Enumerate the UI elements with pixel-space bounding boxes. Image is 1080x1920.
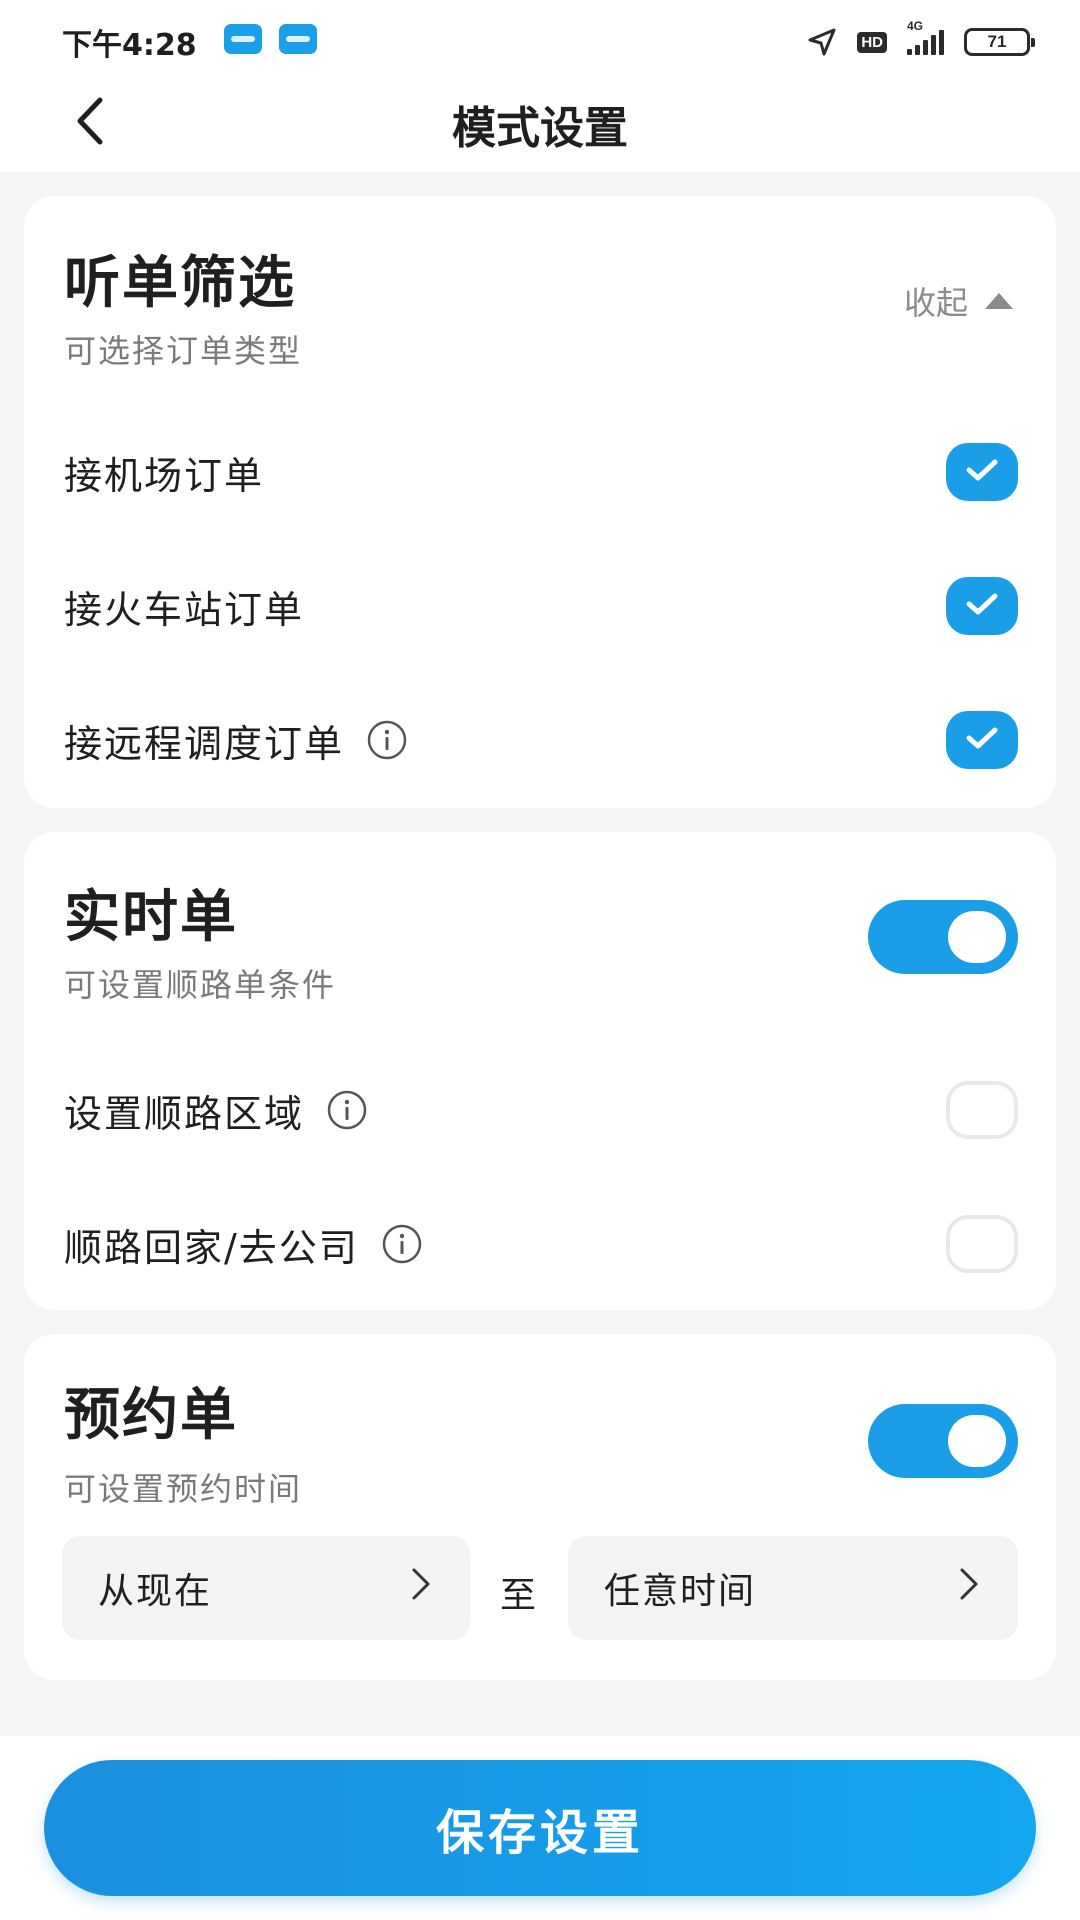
start-time-selector[interactable]: 从现在 — [62, 1536, 470, 1640]
list-item: 接机场订单 — [64, 432, 1018, 512]
reservation-title: 预约单 — [64, 1383, 238, 1448]
save-settings-button[interactable]: 保存设置 — [44, 1760, 1036, 1896]
hd-icon: HD — [857, 31, 887, 53]
realtime-subtitle: 可设置顺路单条件 — [64, 966, 337, 1004]
chevron-right-icon — [958, 1567, 980, 1610]
end-time-selector[interactable]: 任意时间 — [568, 1536, 1018, 1640]
network-type-label: 4G — [907, 19, 924, 33]
row-label: 顺路回家/去公司 — [64, 1225, 359, 1270]
nav-bar: 模式设置 — [0, 80, 1080, 172]
remote-dispatch-order-checkbox[interactable] — [946, 711, 1018, 769]
app-notification-icon — [279, 24, 317, 54]
row-label: 接机场订单 — [64, 453, 265, 498]
page-title: 模式设置 — [452, 103, 628, 154]
info-icon[interactable] — [326, 1089, 368, 1131]
checkmark-icon — [965, 457, 999, 487]
toggle-knob — [948, 1415, 1006, 1467]
app-notification-icon — [224, 24, 262, 54]
filter-title: 听单筛选 — [64, 251, 296, 316]
list-item: 接火车站订单 — [64, 566, 1018, 646]
realtime-toggle[interactable] — [868, 900, 1018, 974]
to-label: 至 — [500, 1575, 537, 1616]
list-item: 接远程调度订单 — [64, 700, 1018, 780]
signal-icon: 4G — [907, 19, 944, 55]
collapse-button[interactable]: 收起 — [904, 278, 1016, 324]
order-filter-card: 听单筛选 可选择订单类型 收起 接机场订单 接火车站订单 接远程调度订单 — [24, 196, 1056, 808]
realtime-title: 实时单 — [64, 885, 238, 950]
train-station-order-checkbox[interactable] — [946, 577, 1018, 635]
chevron-right-icon — [410, 1567, 432, 1610]
row-label: 设置顺路区域 — [64, 1091, 305, 1136]
start-time-label: 从现在 — [98, 1571, 213, 1612]
info-icon[interactable] — [381, 1223, 423, 1265]
home-work-route-checkbox[interactable] — [946, 1215, 1018, 1273]
row-label: 接火车站订单 — [64, 587, 305, 632]
status-icons: HD 4G 71 — [807, 19, 1035, 62]
caret-up-icon — [982, 282, 1016, 320]
list-item: 顺路回家/去公司 — [64, 1204, 1018, 1284]
row-label: 接远程调度订单 — [64, 721, 345, 766]
list-item: 设置顺路区域 — [64, 1070, 1018, 1150]
toggle-knob — [948, 911, 1006, 963]
reservation-toggle[interactable] — [868, 1404, 1018, 1478]
filter-subtitle: 可选择订单类型 — [64, 332, 303, 370]
end-time-label: 任意时间 — [604, 1571, 757, 1612]
battery-icon: 71 — [964, 28, 1035, 56]
reservation-subtitle: 可设置预约时间 — [64, 1470, 303, 1508]
status-time: 下午4:28 — [62, 28, 197, 63]
route-area-checkbox[interactable] — [946, 1081, 1018, 1139]
airport-order-checkbox[interactable] — [946, 443, 1018, 501]
checkmark-icon — [965, 725, 999, 755]
realtime-order-card: 实时单 可设置顺路单条件 设置顺路区域 顺路回家/去公司 — [24, 832, 1056, 1310]
info-icon[interactable] — [366, 719, 408, 761]
checkmark-icon — [965, 591, 999, 621]
location-arrow-icon — [807, 27, 837, 57]
battery-level: 71 — [987, 32, 1007, 51]
collapse-label: 收起 — [903, 284, 968, 322]
status-bar: 下午4:28 HD 4G 71 — [0, 0, 1080, 80]
